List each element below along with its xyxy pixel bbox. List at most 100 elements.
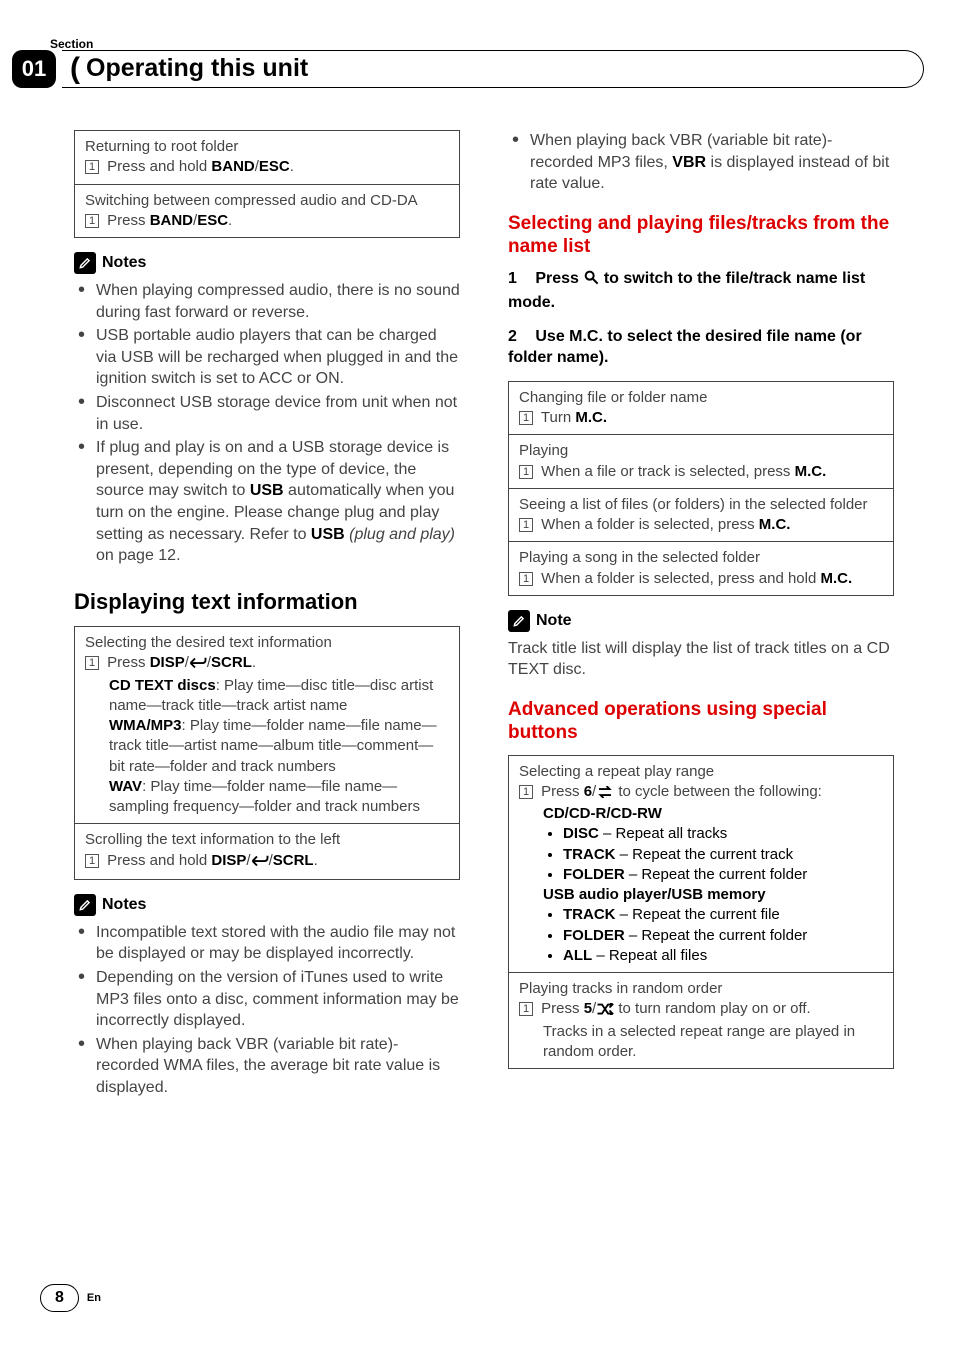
boxd-cd-list: DISC – Repeat all tracks TRACK – Repeat … (519, 824, 883, 885)
boxc-r2-b: M.C. (795, 463, 827, 480)
list-item: FOLDER – Repeat the current folder (563, 926, 883, 946)
boxd-r2: Playing tracks in random order 1 Press 5… (509, 973, 894, 1069)
boxc-r3: Seeing a list of files (or folders) in t… (509, 488, 894, 542)
step2-text: Use M.C. to select the desired file name… (508, 328, 862, 367)
boxa-r1-b2: ESC (259, 158, 290, 175)
boxd-usb-list: TRACK – Repeat the current file FOLDER –… (519, 905, 883, 966)
rtb-b: VBR (672, 154, 706, 171)
note1-item: Disconnect USB storage device from unit … (74, 392, 460, 435)
boxd-r2-pre: Press (541, 1000, 584, 1017)
boxd-r1: Selecting a repeat play range 1 Press 6/… (509, 755, 894, 973)
boxb-r1-pre: Press (107, 654, 150, 671)
mc-actions-box: Changing file or folder name 1 Turn M.C.… (508, 381, 894, 596)
quickref-box-a: Returning to root folder 1 Press and hol… (74, 130, 460, 238)
boxc-r3-title: Seeing a list of files (or folders) in t… (519, 496, 868, 513)
step-1-icon: 1 (85, 214, 99, 228)
wav-body: : Play time—folder name—file name—sampli… (109, 778, 420, 815)
boxb-r1-b1: DISP (150, 654, 185, 671)
boxa-r1-pre: Press and hold (107, 158, 211, 175)
step-2: 2 Use M.C. to select the desired file na… (508, 326, 894, 369)
right-top-bullet: When playing back VBR (variable bit rate… (508, 130, 894, 195)
step-1-icon: 1 (519, 518, 533, 532)
boxc-r4: Playing a song in the selected folder 1 … (509, 542, 894, 596)
note1-item: When playing compressed audio, there is … (74, 280, 460, 323)
pencil-icon (74, 894, 96, 916)
n1l-ital: (plug and play) (345, 526, 455, 543)
step-1-icon: 1 (519, 465, 533, 479)
step-1-icon: 1 (85, 854, 99, 868)
notes-header-2: Notes (74, 894, 460, 916)
return-icon (189, 655, 207, 675)
boxc-r3-pre: When a folder is selected, press (541, 516, 759, 533)
boxa-r1-suf: . (290, 158, 294, 175)
right-top-item: When playing back VBR (variable bit rate… (508, 130, 894, 195)
boxb-r2-pre: Press and hold (107, 852, 211, 869)
boxb-row1: Selecting the desired text information 1… (75, 627, 460, 824)
boxa-r2-pre: Press (107, 212, 150, 229)
boxc-r1-b: M.C. (575, 409, 607, 426)
step-1: 1 Press to switch to the file/track name… (508, 268, 894, 313)
step-1-icon: 1 (519, 411, 533, 425)
textinfo-box: Selecting the desired text information 1… (74, 626, 460, 880)
boxc-r4-pre: When a folder is selected, press and hol… (541, 570, 820, 587)
li-b: FOLDER (563, 866, 625, 883)
li-t: – Repeat all tracks (599, 825, 727, 842)
return-icon (251, 853, 269, 873)
note-body-3: Track title list will display the list o… (508, 638, 894, 681)
boxb-r2-b1: DISP (211, 852, 246, 869)
note2-item: When playing back VBR (variable bit rate… (74, 1034, 460, 1099)
shuffle-icon (596, 1001, 614, 1021)
title-wrap: ( Operating this unit (62, 50, 924, 88)
note-label-3: Note (536, 610, 572, 632)
cdtext-lbl: CD TEXT discs (109, 677, 216, 694)
boxc-r1-pre: Turn (541, 409, 575, 426)
boxc-r2-pre: When a file or track is selected, press (541, 463, 794, 480)
heading-advanced: Advanced operations using special button… (508, 699, 894, 745)
boxa-r2-title: Switching between compressed audio and C… (85, 192, 418, 209)
n1l-b: USB (250, 482, 284, 499)
boxb-wav: WAV: Play time—folder name—file name—sam… (85, 777, 449, 818)
boxb-r2-b2: SCRL (273, 852, 314, 869)
boxd-usb-lbl: USB audio player/USB memory (519, 885, 883, 905)
boxc-r4-b: M.C. (821, 570, 853, 587)
notes-header-1: Notes (74, 252, 460, 274)
boxb-r1-b2: SCRL (211, 654, 252, 671)
boxa-row1: Returning to root folder 1 Press and hol… (75, 131, 460, 185)
repeat-icon (596, 784, 614, 804)
li-b: TRACK (563, 846, 616, 863)
boxd-r1-b: 6 (584, 783, 592, 800)
page-number-badge: 8 En (40, 1284, 101, 1312)
section-number-badge: 01 (12, 50, 56, 88)
li-b: ALL (563, 947, 592, 964)
notes-list-2: Incompatible text stored with the audio … (74, 922, 460, 1099)
boxc-r2-title: Playing (519, 442, 568, 459)
notes-label-2: Notes (102, 894, 146, 916)
li-t: – Repeat all files (592, 947, 707, 964)
boxd-r1-post: to cycle between the following: (614, 783, 822, 800)
wma-lbl: WMA/MP3 (109, 717, 182, 734)
boxa-r2-b1: BAND (150, 212, 193, 229)
boxc-r1: Changing file or folder name 1 Turn M.C. (509, 381, 894, 435)
li-t: – Repeat the current folder (625, 866, 808, 883)
li-t: – Repeat the current track (616, 846, 794, 863)
left-column: Returning to root folder 1 Press and hol… (74, 130, 460, 1101)
boxa-r1-title: Returning to root folder (85, 138, 238, 155)
step1-num: 1 (508, 270, 517, 287)
boxc-r3-b: M.C. (759, 516, 791, 533)
paren-decor: ( (70, 49, 80, 90)
boxb-r2-title: Scrolling the text information to the le… (85, 831, 340, 848)
li-t: – Repeat the current folder (625, 927, 808, 944)
boxd-cd-lbl: CD/CD-R/CD-RW (519, 804, 883, 824)
step-1-icon: 1 (85, 656, 99, 670)
note1-item: USB portable audio players that can be c… (74, 325, 460, 390)
list-item: TRACK – Repeat the current track (563, 845, 883, 865)
note2-item: Depending on the version of iTunes used … (74, 967, 460, 1032)
boxa-r1-b1: BAND (211, 158, 254, 175)
page-number: 8 (40, 1284, 79, 1312)
wav-lbl: WAV (109, 778, 142, 795)
li-t: – Repeat the current file (616, 906, 780, 923)
heading-displaying-text: Displaying text information (74, 589, 460, 614)
boxa-r2-b2: ESC (197, 212, 228, 229)
boxb-r1-title: Selecting the desired text information (85, 634, 332, 651)
boxb-row2: Scrolling the text information to the le… (75, 824, 460, 880)
